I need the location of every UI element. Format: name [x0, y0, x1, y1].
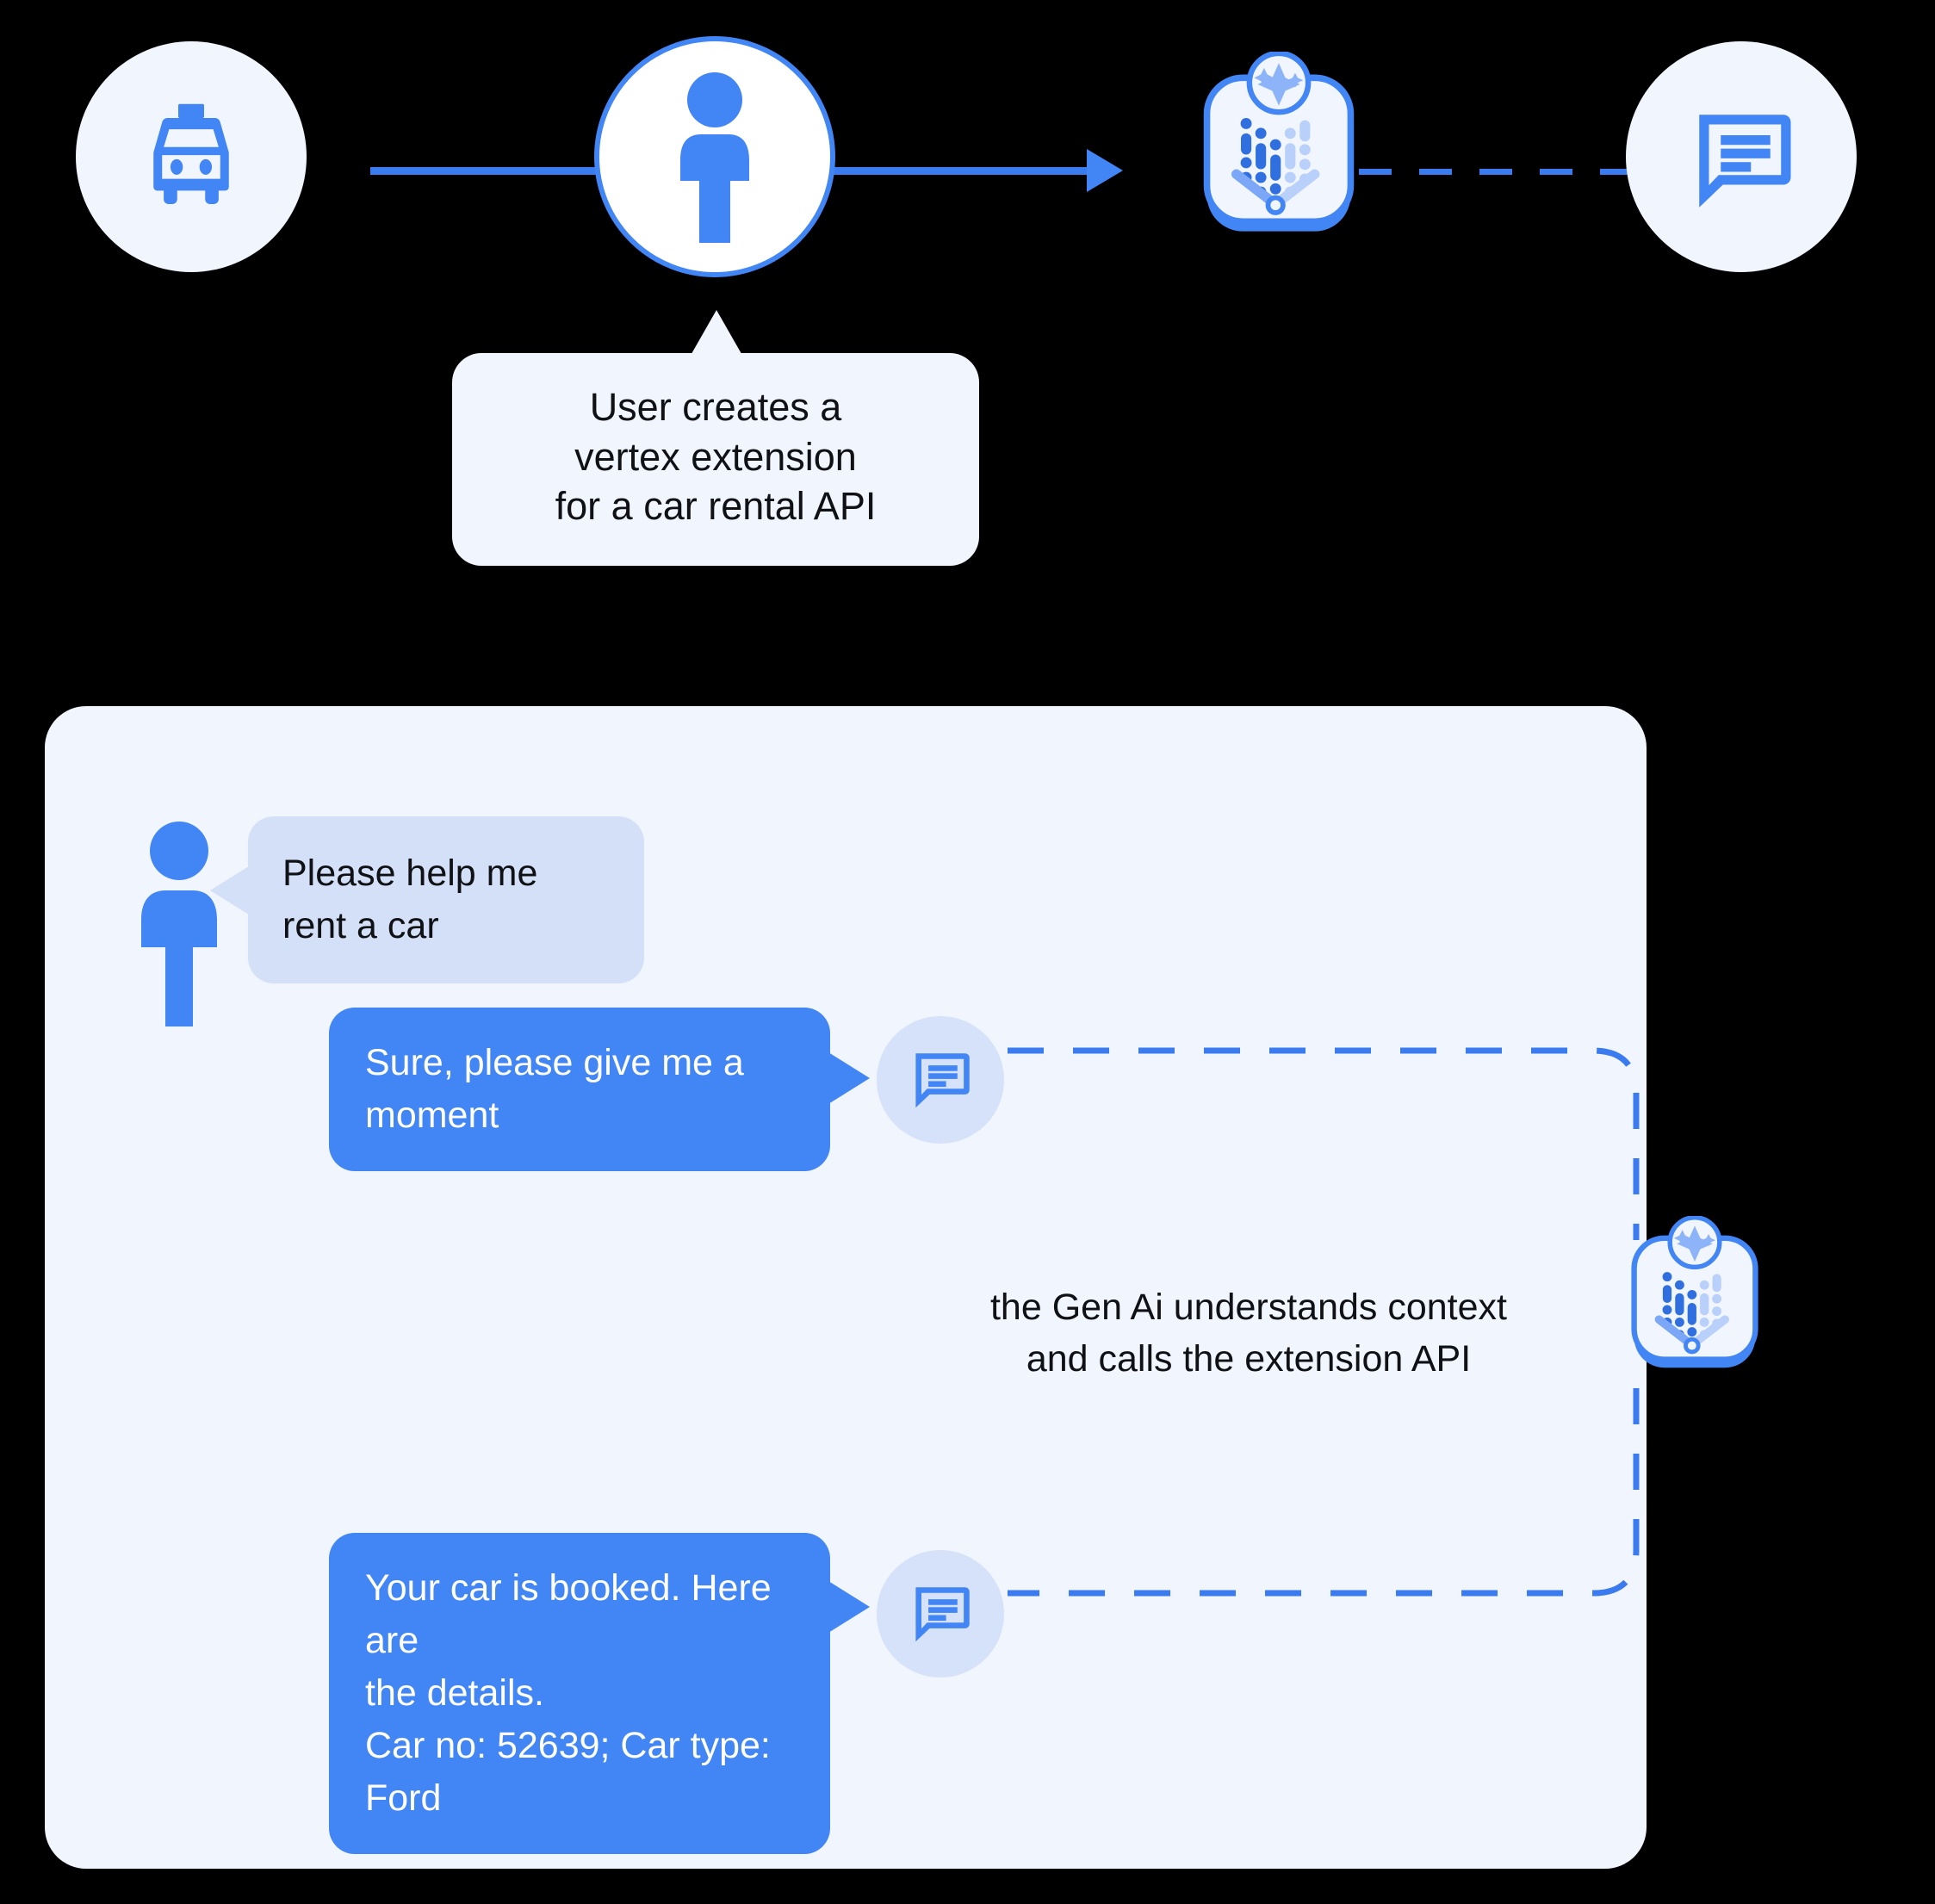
chat-bubble-icon [915, 1587, 970, 1642]
vertex-extension-node-chat [1626, 1215, 1764, 1376]
person-icon [141, 822, 217, 1026]
chat-node-top [1626, 41, 1857, 272]
bubble-tail-bot-1 [828, 1052, 870, 1104]
vertex-extension-icon [1203, 50, 1355, 232]
bubble-tail-bot-2 [828, 1581, 870, 1633]
callout-box: User creates a vertex extension for a ca… [452, 353, 979, 566]
user-node [594, 36, 835, 277]
chat-message-text: Please help me rent a car [282, 853, 538, 947]
chat-user-avatar [127, 820, 231, 1026]
context-note-line-1: the Gen Ai understands context [989, 1287, 1507, 1328]
callout-tail-icon [689, 310, 744, 358]
flow-dashed-connector [1359, 169, 1633, 175]
context-note: the Gen Ai understands context and calls… [913, 1281, 1585, 1385]
taxi-node [76, 41, 307, 272]
vertex-extension-node-top [1197, 50, 1361, 241]
vertex-extension-icon [1631, 1215, 1758, 1368]
chat-message-bot-1: Sure, please give me a moment [329, 1008, 830, 1172]
chat-message-bot-2: Your car is booked. Here are the details… [329, 1533, 830, 1855]
chat-message-line-3: Car no: 52639; Car type: Ford [365, 1725, 771, 1820]
callout-line-1: User creates a [589, 385, 842, 429]
callout-line-3: for a car rental API [555, 484, 877, 529]
chat-bot-avatar-1 [877, 1016, 1004, 1144]
chat-message-text: Sure, please give me a moment [365, 1042, 744, 1137]
taxi-icon [153, 103, 229, 204]
flow-arrow-head-icon [1087, 149, 1123, 192]
callout-line-2: vertex extension [574, 434, 857, 479]
chat-message-user-1: Please help me rent a car [248, 816, 644, 984]
chat-bubble-icon [915, 1053, 970, 1108]
bubble-tail-user [210, 865, 251, 916]
person-icon [680, 72, 749, 243]
context-note-line-2: and calls the extension API [1026, 1338, 1472, 1380]
chat-message-line-1: Your car is booked. Here are [365, 1567, 772, 1662]
chat-message-line-2: the details. [365, 1672, 544, 1715]
chat-bot-avatar-2 [877, 1550, 1004, 1678]
chat-bubble-icon [1699, 115, 1791, 208]
